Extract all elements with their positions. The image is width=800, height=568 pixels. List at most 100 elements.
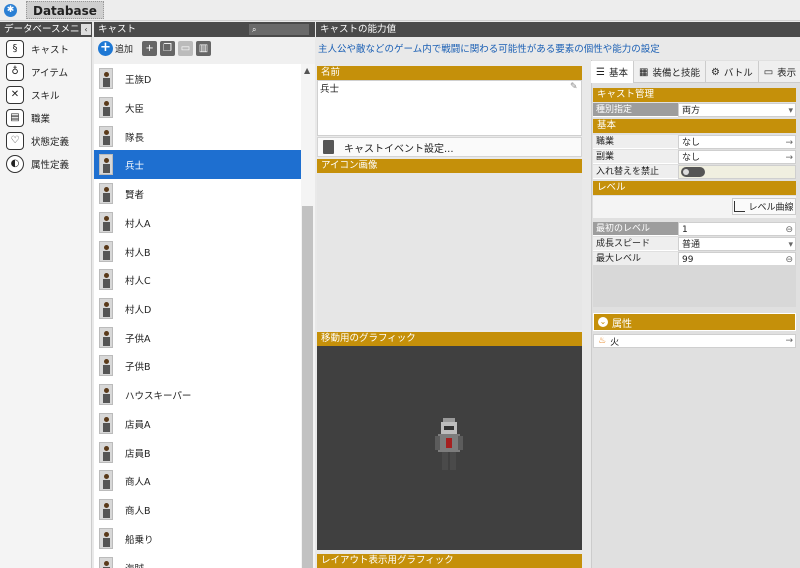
tab-battle[interactable]: ⚙ バトル (706, 61, 759, 83)
cast-list-item[interactable]: 賢者 (94, 179, 301, 208)
cast-list-item[interactable]: 店員A (94, 409, 301, 438)
copy-button[interactable]: ❐ (160, 40, 176, 57)
tab-basic[interactable]: ☰ 基本 (591, 61, 634, 83)
arrow-right-icon[interactable]: → (785, 136, 793, 150)
pencil-icon[interactable]: ✎ (570, 82, 578, 92)
monitor-icon: ▭ (763, 66, 774, 78)
cast-list-item[interactable]: 子供A (94, 323, 301, 352)
tab-label: 表示 (777, 68, 797, 79)
character-thumbnail-icon (99, 355, 113, 376)
cast-list-item[interactable]: 隊長 (94, 122, 301, 151)
cast-list-item[interactable]: 王族D (94, 64, 301, 93)
cast-list-item[interactable]: 村人A (94, 208, 301, 237)
cast-list-item[interactable]: 村人C (94, 265, 301, 294)
add-button[interactable]: + 追加 (98, 40, 133, 57)
max-level-field[interactable]: 99 ⊖ (678, 252, 796, 266)
type-select[interactable]: 両方 ▾ (678, 103, 796, 117)
cast-list-item[interactable]: ハウスキーパー (94, 380, 301, 409)
arrow-right-icon[interactable]: → (785, 151, 793, 165)
menu-item-label: 状態定義 (31, 136, 70, 148)
name-value: 兵士 (320, 84, 340, 95)
database-menu: § キャスト ♁ アイテム ✕ スキル ▤ 職業 ♡ 状態定義 ◐ 属性定義 (0, 37, 92, 568)
character-thumbnail-icon (99, 183, 113, 204)
cast-event-button[interactable]: キャストイベント設定... (317, 137, 582, 157)
add-folder-button[interactable]: + (142, 40, 158, 57)
job-board-icon: ▤ (6, 108, 24, 127)
cast-list-item[interactable]: 商人A (94, 466, 301, 495)
grid-icon: ▦ (638, 66, 649, 78)
growth-row: 成長スピード 普通 ▾ (593, 237, 796, 251)
character-thumbnail-icon (99, 68, 113, 89)
first-level-value: 1 (682, 225, 688, 235)
swap-label: 入れ替えを禁止 (593, 165, 678, 179)
menu-item-item[interactable]: ♁ アイテム (0, 60, 92, 83)
cast-list-item[interactable]: 村人B (94, 237, 301, 266)
cast-name: 兵士 (125, 160, 145, 172)
tab-equipment[interactable]: ▦ 装備と技能 (634, 61, 706, 83)
cast-list-item[interactable]: 子供B (94, 351, 301, 380)
menu-item-label: 職業 (31, 113, 51, 125)
plus-icon: + (98, 41, 113, 56)
attribute-header[interactable]: ⌄ 属性 (593, 313, 796, 331)
cast-header: キャスト ⌕ (94, 22, 315, 37)
cast-list-item[interactable]: 商人B (94, 495, 301, 524)
tab-label: バトル (723, 68, 753, 79)
tab-display[interactable]: ▭ 表示 (759, 61, 800, 83)
level-curve-button[interactable]: レベル曲線 (732, 198, 796, 215)
cast-list-item[interactable]: 海賊 (94, 553, 301, 568)
growth-select[interactable]: 普通 ▾ (678, 237, 796, 251)
tab-label: 装備と技能 (652, 68, 700, 79)
subjob-label: 副業 (593, 150, 678, 164)
cast-header-label: キャスト (98, 24, 137, 35)
scroll-up-icon[interactable]: ▲ (304, 66, 310, 75)
cast-list-item-selected[interactable]: 兵士 (94, 150, 301, 179)
job-field[interactable]: なし → (678, 135, 796, 149)
first-level-field[interactable]: 1 ⊖ (678, 222, 796, 236)
cast-mgmt-header: キャスト管理 (593, 88, 796, 102)
first-level-row: 最初のレベル 1 ⊖ (593, 222, 796, 236)
move-graphic-header: 移動用のグラフィック (317, 332, 582, 346)
cast-list-item[interactable]: 大臣 (94, 93, 301, 122)
collapse-chevron-icon[interactable]: ‹ (81, 24, 91, 35)
level-header: レベル (593, 181, 796, 195)
cast-list-item[interactable]: 船乗り (94, 524, 301, 553)
type-row: 種別指定 両方 ▾ (593, 103, 796, 117)
subjob-field[interactable]: なし → (678, 150, 796, 164)
chart-icon (734, 201, 746, 212)
cast-list-item[interactable]: 村人D (94, 294, 301, 323)
character-thumbnail-icon (99, 557, 113, 568)
icon-image-area[interactable] (317, 173, 582, 330)
menu-item-job[interactable]: ▤ 職業 (0, 106, 92, 129)
cast-search-input[interactable]: ⌕ (249, 24, 309, 35)
delete-button[interactable]: ▥ (196, 40, 212, 57)
menu-item-cast[interactable]: § キャスト (0, 37, 92, 60)
subjob-row: 副業 なし → (593, 150, 796, 164)
menu-item-attribute[interactable]: ◐ 属性定義 (0, 152, 92, 175)
cast-list-item[interactable]: 店員B (94, 438, 301, 467)
attribute-row[interactable]: ♨ 火 → (593, 334, 796, 348)
menu-item-skill[interactable]: ✕ スキル (0, 83, 92, 106)
menu-item-status[interactable]: ♡ 状態定義 (0, 129, 92, 152)
name-section-header: 名前 (317, 66, 582, 80)
cast-name: 大臣 (125, 103, 145, 115)
copy-icon: ❐ (160, 41, 176, 56)
cast-list: 王族D 大臣 隊長 兵士 賢者 村人A 村人B 村人C 村人D 子供A 子供B … (94, 64, 301, 568)
growth-label: 成長スピード (593, 237, 678, 251)
spinner-icon[interactable]: ⊖ (785, 223, 793, 237)
cast-name: 賢者 (125, 189, 145, 201)
attribute-disc-icon: ◐ (6, 154, 24, 173)
name-textarea[interactable] (317, 80, 582, 136)
character-thumbnail-icon (99, 499, 113, 520)
swap-toggle[interactable] (681, 167, 705, 177)
character-thumbnail-icon (99, 126, 113, 147)
character-thumbnail-icon (99, 298, 113, 319)
first-level-label: 最初のレベル (593, 222, 678, 236)
swords-icon: ✕ (6, 85, 24, 104)
cast-scroll-thumb[interactable] (302, 206, 313, 568)
max-level-row: 最大レベル 99 ⊖ (593, 252, 796, 266)
arrow-right-icon[interactable]: → (785, 336, 793, 346)
job-value: なし (682, 138, 701, 148)
growth-value: 普通 (682, 240, 701, 250)
max-level-label: 最大レベル (593, 252, 678, 266)
paste-button[interactable]: ▭ (178, 40, 194, 57)
